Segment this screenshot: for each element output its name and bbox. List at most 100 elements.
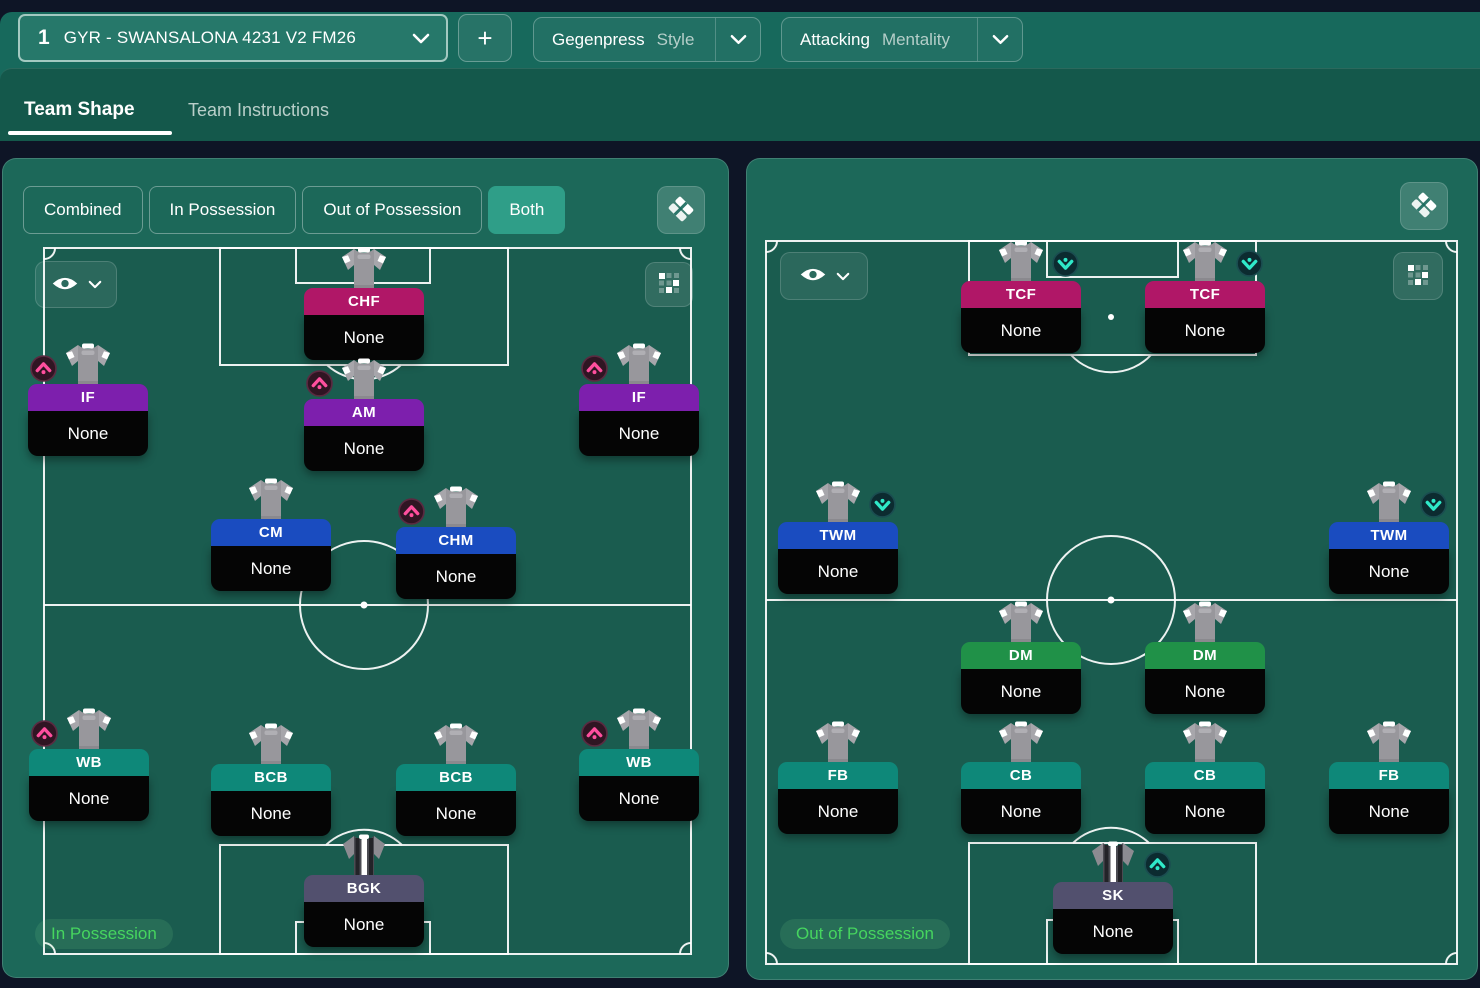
- player-card-tcf[interactable]: TCF None: [961, 239, 1081, 353]
- player-name: None: [579, 776, 699, 821]
- phase-label-in-possession: In Possession: [35, 919, 173, 949]
- outfield-jersey-icon: [1329, 720, 1449, 762]
- filter-out-of-possession[interactable]: Out of Possession: [302, 186, 482, 234]
- filter-combined[interactable]: Combined: [23, 186, 143, 234]
- player-name: None: [1053, 909, 1173, 954]
- player-card-bcb[interactable]: BCB None: [211, 722, 331, 836]
- player-name: None: [778, 789, 898, 834]
- role-badge: BGK: [304, 875, 424, 902]
- kit-icon: [668, 196, 694, 225]
- role-badge: TWM: [1329, 522, 1449, 549]
- role-badge: WB: [29, 749, 149, 776]
- outfield-jersey-icon: [304, 246, 424, 288]
- grid-view-button[interactable]: [645, 262, 693, 307]
- outfield-jersey-icon: [778, 720, 898, 762]
- player-card-if[interactable]: IF None: [579, 342, 699, 456]
- player-card-dm[interactable]: DM None: [1145, 600, 1265, 714]
- chevron-down-icon: [88, 277, 102, 292]
- drop-back-icon: [869, 491, 896, 523]
- drop-back-icon: [1236, 250, 1263, 282]
- player-card-cb[interactable]: CB None: [961, 720, 1081, 834]
- active-tab-underline: [8, 131, 172, 135]
- kit-toggle-button[interactable]: [1400, 182, 1448, 230]
- role-badge: CHM: [396, 527, 516, 554]
- player-name: None: [304, 315, 424, 360]
- chevron-down-icon: [716, 34, 760, 45]
- eye-icon: [51, 276, 79, 294]
- phase-filter-group: CombinedIn PossessionOut of PossessionBo…: [23, 186, 565, 234]
- tab-team-instructions[interactable]: Team Instructions: [188, 100, 329, 121]
- player-card-wb[interactable]: WB None: [579, 707, 699, 821]
- player-card-if[interactable]: IF None: [28, 342, 148, 456]
- role-badge: BCB: [396, 764, 516, 791]
- role-badge: BCB: [211, 764, 331, 791]
- role-badge: WB: [579, 749, 699, 776]
- player-card-bgk[interactable]: BGK None: [304, 833, 424, 947]
- add-tactic-button[interactable]: +: [458, 14, 512, 62]
- kit-toggle-button[interactable]: [657, 186, 705, 234]
- push-forward-icon: [581, 355, 608, 387]
- player-card-sk[interactable]: SK None: [1053, 840, 1173, 954]
- tactic-name: GYR - SWANSALONA 4231 V2 FM26: [64, 28, 412, 48]
- player-name: None: [1145, 789, 1265, 834]
- player-card-bcb[interactable]: BCB None: [396, 722, 516, 836]
- player-card-fb[interactable]: FB None: [778, 720, 898, 834]
- push-forward-icon: [30, 355, 57, 387]
- visibility-dropdown-button[interactable]: [780, 252, 868, 300]
- mentality-label: Mentality: [882, 30, 977, 50]
- player-card-fb[interactable]: FB None: [1329, 720, 1449, 834]
- visibility-dropdown-button[interactable]: [35, 261, 117, 308]
- style-dropdown[interactable]: Gegenpress Style: [533, 17, 761, 62]
- player-name: None: [961, 308, 1081, 353]
- player-card-cm[interactable]: CM None: [211, 477, 331, 591]
- player-name: None: [579, 411, 699, 456]
- eye-icon: [799, 267, 827, 285]
- player-card-am[interactable]: AM None: [304, 357, 424, 471]
- outfield-jersey-icon: [961, 720, 1081, 762]
- style-label: Style: [657, 30, 715, 50]
- player-name: None: [304, 902, 424, 947]
- outfield-jersey-icon: [396, 722, 516, 764]
- outfield-jersey-icon: [1145, 600, 1265, 642]
- player-name: None: [28, 411, 148, 456]
- drop-back-icon: [1052, 250, 1079, 282]
- outfield-jersey-icon: [211, 722, 331, 764]
- push-forward-icon: [306, 370, 333, 402]
- role-badge: CHF: [304, 288, 424, 315]
- tab-team-shape[interactable]: Team Shape: [24, 99, 135, 121]
- player-name: None: [211, 546, 331, 591]
- grid-view-button[interactable]: [1393, 252, 1443, 300]
- player-card-wb[interactable]: WB None: [29, 707, 149, 821]
- player-card-twm[interactable]: TWM None: [1329, 480, 1449, 594]
- player-card-tcf[interactable]: TCF None: [1145, 239, 1265, 353]
- filter-both[interactable]: Both: [488, 186, 565, 234]
- role-badge: FB: [1329, 762, 1449, 789]
- role-badge: CB: [961, 762, 1081, 789]
- grid-icon: [1406, 263, 1430, 290]
- drop-back-icon: [1420, 491, 1447, 523]
- outfield-jersey-icon: [211, 477, 331, 519]
- role-badge: AM: [304, 399, 424, 426]
- player-name: None: [1329, 549, 1449, 594]
- role-badge: SK: [1053, 882, 1173, 909]
- role-badge: TWM: [778, 522, 898, 549]
- push-forward-icon: [581, 720, 608, 752]
- player-card-dm[interactable]: DM None: [961, 600, 1081, 714]
- tactic-selector[interactable]: 1 GYR - SWANSALONA 4231 V2 FM26: [18, 14, 448, 62]
- outfield-jersey-icon: [961, 600, 1081, 642]
- filter-in-possession[interactable]: In Possession: [149, 186, 297, 234]
- push-forward-icon: [398, 498, 425, 530]
- mentality-dropdown[interactable]: Attacking Mentality: [781, 17, 1023, 62]
- chevron-down-icon: [978, 34, 1022, 45]
- push-forward-icon: [31, 720, 58, 752]
- grid-icon: [657, 271, 681, 298]
- role-badge: FB: [778, 762, 898, 789]
- player-name: None: [396, 554, 516, 599]
- player-card-chf[interactable]: CHF None: [304, 246, 424, 360]
- tab-bar: Team Shape Team Instructions: [0, 68, 1480, 141]
- phase-label-out-of-possession: Out of Possession: [780, 919, 950, 949]
- player-card-chm[interactable]: CHM None: [396, 485, 516, 599]
- player-card-twm[interactable]: TWM None: [778, 480, 898, 594]
- player-card-cb[interactable]: CB None: [1145, 720, 1265, 834]
- chevron-down-icon: [412, 33, 430, 44]
